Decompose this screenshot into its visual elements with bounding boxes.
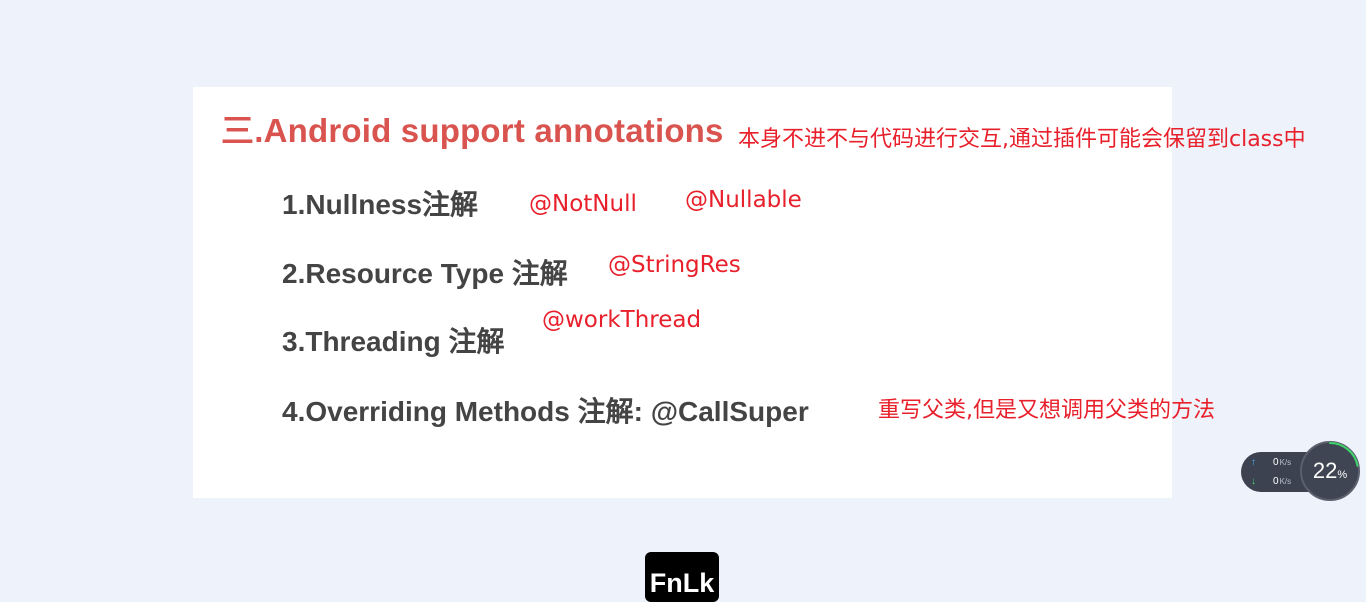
slide-title: 三.Android support annotations [221,112,724,149]
upload-speed-unit: K/s [1279,458,1292,467]
annotation-callsuper-note: 重写父类,但是又想调用父类的方法 [878,398,1215,423]
fnlk-key-overlay: FnLk [645,552,719,602]
download-speed-value: 0 [1273,476,1279,487]
download-speed-row: ↓ 0 K/s [1251,476,1291,487]
annotation-workthread: @workThread [542,307,702,333]
list-item-resource-type: 2.Resource Type 注解 [282,258,568,289]
list-item-overriding-methods: 4.Overriding Methods 注解: @CallSuper [282,396,809,427]
list-item-nullness: 1.Nullness注解 [282,189,479,220]
upload-speed-row: ↑ 0 K/s [1251,457,1291,468]
upload-arrow-icon: ↑ [1251,457,1256,468]
list-item-threading: 3.Threading 注解 [282,326,505,357]
annotation-nullable: @Nullable [685,187,802,213]
annotation-stringres: @StringRes [608,252,741,278]
upload-speed-value: 0 [1273,457,1279,468]
annotation-notnull: @NotNull [529,191,637,217]
download-speed-unit: K/s [1279,477,1292,486]
download-arrow-icon: ↓ [1251,476,1256,487]
usage-unit: % [1337,469,1348,481]
usage-value: 22 [1312,458,1338,483]
annotation-title-note: 本身不进不与代码进行交互,通过插件可能会保留到class中 [738,127,1306,152]
usage-percentage: 22% [1302,458,1358,484]
memory-usage-gauge[interactable]: 22% [1300,441,1360,501]
